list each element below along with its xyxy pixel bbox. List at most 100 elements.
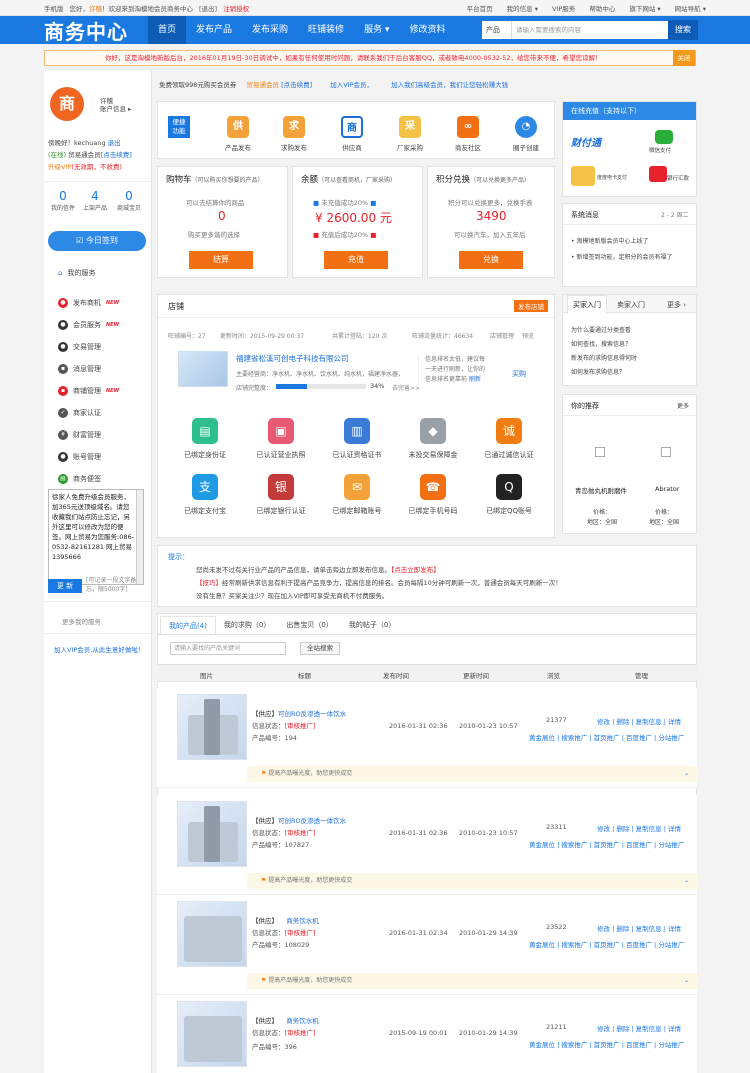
card-icon[interactable] bbox=[571, 166, 595, 186]
rec-more-link[interactable]: 更多 bbox=[677, 401, 689, 410]
mobile-link[interactable]: 手机版 bbox=[44, 3, 64, 13]
rec-image-2[interactable] bbox=[661, 447, 671, 457]
menu-trade[interactable]: ● 交易管理 bbox=[58, 342, 101, 352]
tab-my-products[interactable]: 我的产品(4) bbox=[160, 616, 216, 634]
delete-link[interactable]: 删除 bbox=[616, 1025, 629, 1033]
username[interactable]: 许稽 bbox=[89, 5, 102, 13]
delete-link[interactable]: 删除 bbox=[616, 718, 629, 726]
product-image[interactable] bbox=[177, 801, 247, 867]
tab-seller-guide[interactable]: 卖家入门 bbox=[617, 300, 645, 310]
chevron-down-icon[interactable]: ⌄ bbox=[684, 873, 689, 889]
promo-vip-link[interactable]: 加入VIP会员， bbox=[330, 81, 373, 89]
tab-sold[interactable]: 出售宝贝（0） bbox=[278, 616, 340, 634]
cert-id[interactable]: ▤ 已绑定身份证 bbox=[168, 418, 242, 460]
menu-memo[interactable]: ▤ 商务便签 bbox=[58, 474, 101, 484]
logout-link[interactable]: [退出] bbox=[199, 3, 217, 13]
memo-scrollbar[interactable] bbox=[136, 490, 143, 584]
product-image[interactable] bbox=[177, 901, 247, 967]
cert-alipay[interactable]: 支已绑定支付宝 bbox=[168, 474, 242, 516]
cert-deposit[interactable]: ◆ 未投交易保障金 bbox=[396, 418, 470, 460]
quick-publish-purchase[interactable]: 求求购发布 bbox=[272, 116, 316, 152]
edit-link[interactable]: 修改 bbox=[597, 1025, 610, 1033]
guide-more-link[interactable]: 更多 › bbox=[667, 300, 686, 310]
shop-preview-link[interactable]: 预览 bbox=[522, 331, 534, 340]
memo-update-button[interactable]: 更 新 bbox=[48, 579, 82, 593]
product-title-link[interactable]: 商务饮水机 bbox=[286, 917, 319, 925]
quick-circle[interactable]: ◔ 圈子创建 bbox=[504, 116, 548, 152]
menu-wealth[interactable]: ¥ 财富管理 bbox=[58, 430, 101, 440]
product-title-link[interactable]: 可创RO反渗透一体饮水 bbox=[278, 710, 346, 718]
detail-link[interactable]: 详情 bbox=[668, 1025, 681, 1033]
top-link-help[interactable]: 帮助中心 bbox=[589, 3, 615, 13]
product-title-link[interactable]: 可创RO反渗透一体饮水 bbox=[278, 817, 346, 825]
nav-home[interactable]: 首页 bbox=[148, 16, 187, 44]
memo-textarea[interactable]: 徐家人免费升级会员服务，加365元送顶级域名。请您收藏我们站点防止忘记，另外这里… bbox=[48, 489, 144, 585]
redeem-button[interactable]: 兑换 bbox=[459, 251, 523, 269]
rec-title-1[interactable]: 青岛抛丸机耐磨件 bbox=[575, 485, 627, 495]
tab-my-purchases[interactable]: 我的求购（0） bbox=[216, 616, 278, 634]
promo-coupon[interactable]: 免费领取998元购买会员券 bbox=[159, 81, 236, 89]
menu-certify[interactable]: ✓ 商家认证 bbox=[58, 408, 101, 418]
exit-link[interactable]: 退出 bbox=[108, 139, 121, 147]
publish-now-link[interactable]: 【点击立即发布】 bbox=[391, 566, 440, 574]
account-menu-link[interactable]: 账户信息 ▸ bbox=[100, 103, 131, 113]
sign-in-button[interactable]: ☑ 今日签到 bbox=[48, 231, 146, 251]
detail-link[interactable]: 详情 bbox=[668, 825, 681, 833]
renew-link[interactable]: [点击续费] bbox=[101, 151, 132, 159]
promo-advanced-link[interactable]: 加入我们高级会员，我们让您轻松赚大钱 bbox=[391, 81, 508, 89]
buy-link[interactable]: 买购 bbox=[512, 369, 526, 379]
cancel-auth-link[interactable]: 注销授权 bbox=[223, 3, 249, 13]
vip-upgrade-link[interactable]: 升级VIP bbox=[48, 163, 71, 171]
shop-manage-link[interactable]: 店铺管理 bbox=[490, 331, 514, 340]
copy-link[interactable]: 复制信息 bbox=[636, 825, 662, 833]
edit-link[interactable]: 修改 bbox=[597, 718, 610, 726]
recharge-button[interactable]: 充值 bbox=[324, 251, 388, 269]
nav-edit-profile[interactable]: 修改资料 bbox=[399, 16, 455, 44]
guide-item[interactable]: 如何查找，搜索信息？ bbox=[571, 339, 631, 348]
guide-item[interactable]: 新发布的求购信息得何时 bbox=[571, 353, 637, 362]
cert-qq[interactable]: Q 已绑定QQ账号 bbox=[472, 474, 546, 516]
nav-shop-decor[interactable]: 旺铺装修 bbox=[298, 16, 354, 44]
menu-publish[interactable]: ● 发布商机 NEW bbox=[58, 298, 119, 308]
sys-msg-1[interactable]: • 淘模地新版会员中心上线了 bbox=[571, 236, 648, 245]
cert-bank[interactable]: 银已绑定银行认证 bbox=[244, 474, 318, 516]
stat-mall[interactable]: 0 商城宝贝 bbox=[114, 189, 144, 212]
product-image[interactable] bbox=[177, 1001, 247, 1067]
edit-link[interactable]: 修改 bbox=[597, 925, 610, 933]
search-button[interactable]: 搜索 bbox=[668, 20, 698, 40]
bank-icon[interactable] bbox=[649, 166, 667, 182]
product-title-link[interactable]: 商务饮水机 bbox=[286, 1017, 319, 1025]
logo[interactable]: 商务中心 bbox=[44, 16, 148, 44]
edit-link[interactable]: 修改 bbox=[597, 825, 610, 833]
menu-member-service[interactable]: ● 会员服务 NEW bbox=[58, 320, 119, 330]
tenpay-logo[interactable]: 财付通 bbox=[571, 134, 601, 149]
nav-publish-product[interactable]: 发布产品 bbox=[186, 16, 242, 44]
menu-account[interactable]: ● 账号管理 bbox=[58, 452, 101, 462]
quick-community[interactable]: ∞ 商友社区 bbox=[446, 116, 490, 152]
product-image[interactable] bbox=[177, 694, 247, 760]
cert-email[interactable]: ✉ 已绑定邮箱账号 bbox=[320, 474, 394, 516]
top-link-info[interactable]: 我的信息 ▾ bbox=[507, 3, 538, 13]
company-link[interactable]: 福建省松溪可创电子科技有限公司 bbox=[236, 353, 349, 364]
wechat-icon[interactable] bbox=[655, 130, 673, 144]
tab-buyer-guide[interactable]: 买家入门 bbox=[567, 295, 607, 314]
avatar[interactable]: 商 bbox=[50, 87, 84, 121]
rec-image-1[interactable] bbox=[595, 447, 605, 457]
guide-item[interactable]: 如何发布求购信息？ bbox=[571, 367, 625, 376]
refresh-link[interactable]: 刷新 bbox=[469, 376, 481, 383]
nav-publish-purchase[interactable]: 发布采购 bbox=[242, 16, 298, 44]
detail-link[interactable]: 详情 bbox=[668, 925, 681, 933]
quick-supplier[interactable]: 商供应商 bbox=[330, 116, 374, 152]
cert-integrity[interactable]: 诚已通过诚信认证 bbox=[472, 418, 546, 460]
delete-link[interactable]: 删除 bbox=[616, 925, 629, 933]
search-scope-select[interactable]: 产品 bbox=[482, 21, 512, 39]
quick-factory-purchase[interactable]: 采厂家采购 bbox=[388, 116, 432, 152]
chevron-down-icon[interactable]: ⌄ bbox=[684, 973, 689, 989]
improve-link[interactable]: 去完善>> bbox=[392, 383, 420, 392]
copy-link[interactable]: 复制信息 bbox=[636, 718, 662, 726]
top-link-vip[interactable]: VIP服务 bbox=[552, 3, 575, 13]
detail-link[interactable]: 详情 bbox=[668, 718, 681, 726]
cert-phone[interactable]: ☎ 已绑定手机号码 bbox=[396, 474, 470, 516]
top-link-home[interactable]: 平台首页 bbox=[467, 3, 493, 13]
sys-msg-2[interactable]: • 新增签到功能，定积分的会员有福了 bbox=[571, 252, 672, 261]
